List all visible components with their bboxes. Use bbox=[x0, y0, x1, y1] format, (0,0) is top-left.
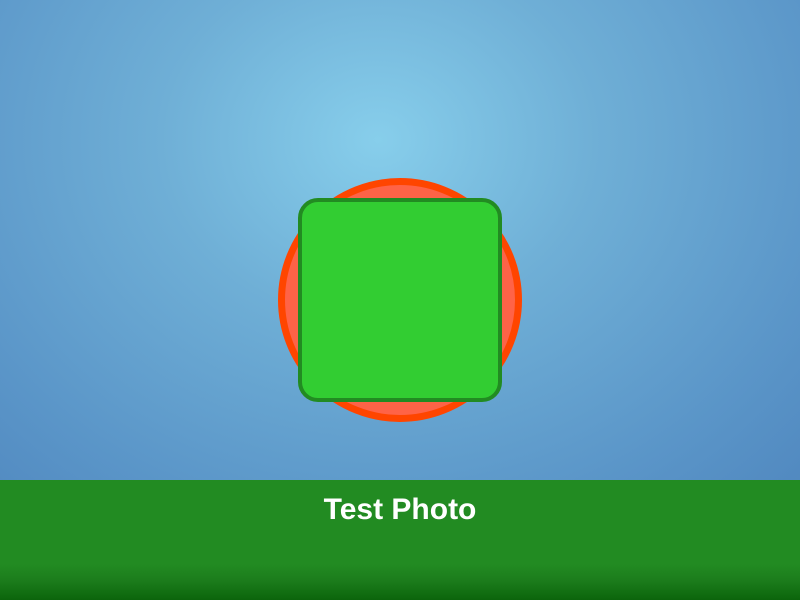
photo-caption: Test Photo bbox=[323, 493, 477, 526]
test-photo-canvas: Test Photo bbox=[0, 0, 800, 600]
green-square-shape bbox=[298, 198, 502, 402]
